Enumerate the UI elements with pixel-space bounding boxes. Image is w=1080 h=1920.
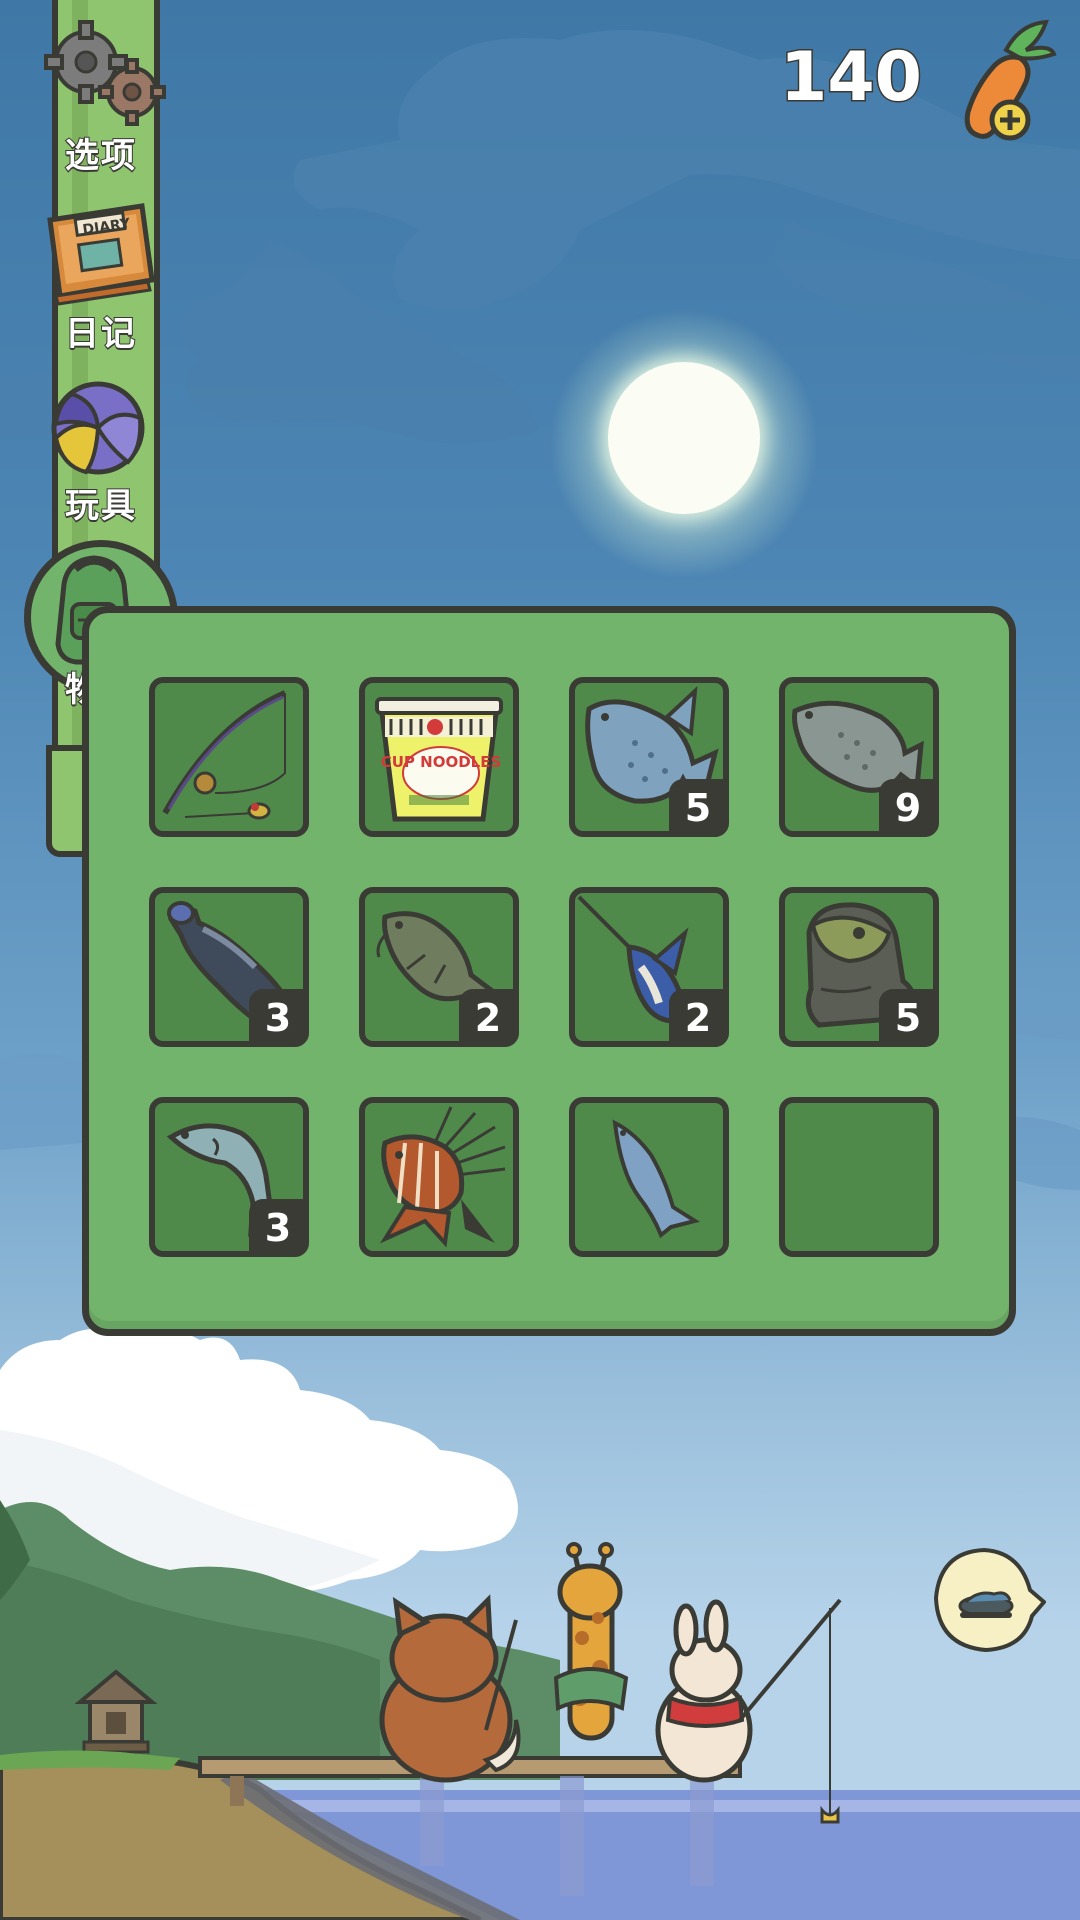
gear-icon <box>44 20 166 126</box>
menu-item-options[interactable]: 选项 <box>26 18 176 188</box>
menu-label-toys: 玩具 <box>64 485 137 527</box>
diary-icon: DIARY <box>47 203 155 306</box>
inventory-slot-10[interactable] <box>359 1097 519 1257</box>
inventory-slot-11[interactable] <box>569 1097 729 1257</box>
menu-label-diary: 日记 <box>64 313 137 355</box>
item-count-badge: 2 <box>669 989 727 1045</box>
menu-label-options: 选项 <box>64 135 137 177</box>
carrot-count: 140 <box>779 37 924 119</box>
item-count-badge: 5 <box>669 779 727 835</box>
menu-item-diary[interactable]: DIARY 日记 <box>26 196 176 366</box>
feed-button[interactable] <box>930 1546 1047 1656</box>
fishing-rod-icon <box>162 690 287 820</box>
item-count-badge: 2 <box>459 989 517 1045</box>
item-count-badge: 9 <box>879 779 937 835</box>
toy-ball-icon <box>51 381 145 475</box>
item-count-badge: 5 <box>879 989 937 1045</box>
inventory-slot-9[interactable]: 3 <box>149 1097 309 1257</box>
inventory-slot-12-empty[interactable] <box>779 1097 939 1257</box>
menu-item-toys[interactable]: 玩具 <box>26 378 176 548</box>
item-count-badge: 3 <box>249 1199 307 1255</box>
carrot-plus-icon <box>964 19 1057 141</box>
cup-noodles-text: CUP NOODLES <box>381 753 502 771</box>
inventory-slot-5[interactable]: 3 <box>149 887 309 1047</box>
inventory-panel: CUP NOODLES 5 9 3 2 2 5 3 <box>82 606 1016 1336</box>
feed-bowl-icon <box>933 1547 1047 1653</box>
inventory-slot-1[interactable] <box>149 677 309 837</box>
inventory-slot-4[interactable]: 9 <box>779 677 939 837</box>
cup-noodles-icon: CUP NOODLES <box>375 697 503 822</box>
inventory-slot-3[interactable]: 5 <box>569 677 729 837</box>
lionfish-icon <box>379 1106 506 1248</box>
small-fish-icon <box>612 1119 701 1239</box>
inventory-slot-7[interactable]: 2 <box>569 887 729 1047</box>
inventory-slot-2[interactable]: CUP NOODLES <box>359 677 519 837</box>
inventory-slot-8[interactable]: 5 <box>779 887 939 1047</box>
item-count-badge: 3 <box>249 989 307 1045</box>
buy-carrots-button[interactable] <box>950 16 1060 146</box>
moon <box>608 362 760 514</box>
inventory-slot-6[interactable]: 2 <box>359 887 519 1047</box>
